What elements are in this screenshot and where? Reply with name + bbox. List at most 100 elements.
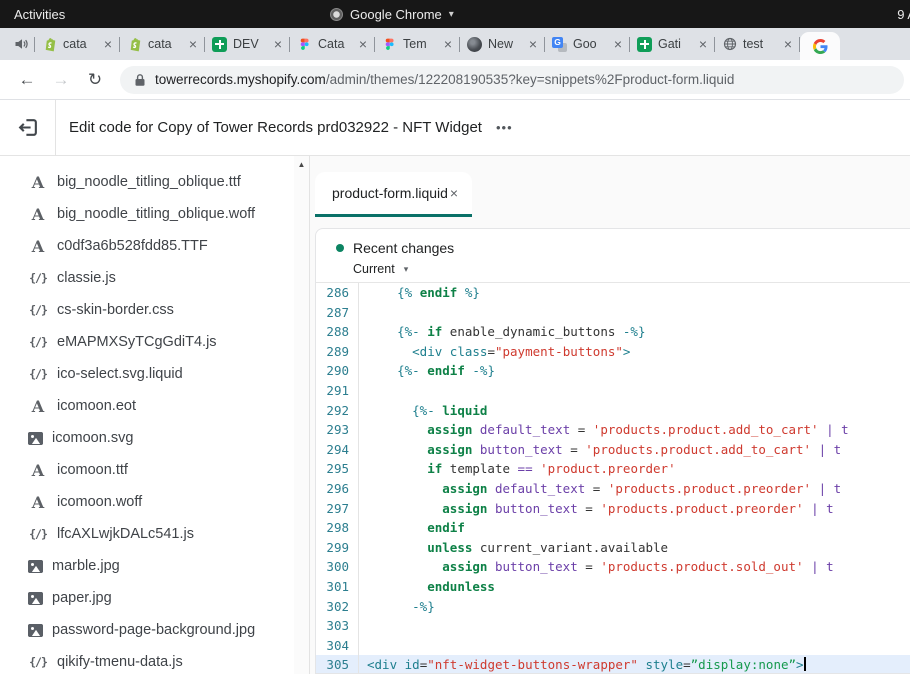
code-line-300[interactable]: 300 assign button_text = 'products.produ… bbox=[316, 557, 910, 577]
reload-icon[interactable]: ↻ bbox=[80, 70, 110, 90]
file-item-ico-select.svg.liquid[interactable]: {/}ico-select.svg.liquid bbox=[0, 358, 309, 390]
file-item-icomoon.eot[interactable]: Aicomoon.eot bbox=[0, 390, 309, 422]
browser-tab-cata[interactable]: cata× bbox=[120, 28, 204, 60]
browser-tab-cata[interactable]: cata× bbox=[35, 28, 119, 60]
code-line-298[interactable]: 298 endif bbox=[316, 518, 910, 538]
tab-close-icon[interactable]: × bbox=[359, 37, 367, 51]
file-name: big_noodle_titling_oblique.ttf bbox=[57, 174, 241, 190]
code-text: assign button_text = 'products.product.a… bbox=[359, 440, 910, 460]
file-name: qikify-tmenu-data.js bbox=[57, 654, 183, 670]
code-line-295[interactable]: 295 if template == 'product.preorder' bbox=[316, 459, 910, 479]
line-number: 290 bbox=[316, 361, 359, 381]
url-text[interactable]: towerrecords.myshopify.com/admin/themes/… bbox=[155, 72, 734, 87]
code-text bbox=[359, 303, 910, 323]
file-name: icomoon.woff bbox=[57, 494, 142, 510]
file-item-icomoon.woff[interactable]: Aicomoon.woff bbox=[0, 486, 309, 518]
browser-tab-gati[interactable]: Gati× bbox=[630, 28, 714, 60]
tab-close-icon[interactable]: × bbox=[444, 37, 452, 51]
code-line-293[interactable]: 293 assign default_text = 'products.prod… bbox=[316, 420, 910, 440]
recent-changes-label: Recent changes bbox=[353, 240, 454, 256]
code-line-302[interactable]: 302 -%} bbox=[316, 597, 910, 617]
line-number: 296 bbox=[316, 479, 359, 499]
tab-close-icon[interactable]: × bbox=[189, 37, 197, 51]
code-text: {% endif %} bbox=[359, 283, 910, 303]
code-line-294[interactable]: 294 assign button_text = 'products.produ… bbox=[316, 440, 910, 460]
line-number: 288 bbox=[316, 322, 359, 342]
code-line-291[interactable]: 291 bbox=[316, 381, 910, 401]
code-editor[interactable]: 286 {% endif %}287288 {%- if enable_dyna… bbox=[316, 283, 910, 674]
forward-icon[interactable]: → bbox=[46, 70, 76, 90]
file-item-paper.jpg[interactable]: paper.jpg bbox=[0, 582, 309, 614]
file-item-big_noodle_titling_oblique.ttf[interactable]: Abig_noodle_titling_oblique.ttf bbox=[0, 166, 309, 198]
file-name: classie.js bbox=[57, 270, 116, 286]
file-item-classie.js[interactable]: {/}classie.js bbox=[0, 262, 309, 294]
font-file-icon: A bbox=[28, 173, 48, 192]
browser-tab-strip: cata×cata×DEV×Cata×Tem×New×GGoo×Gati×tes… bbox=[0, 28, 910, 60]
sidebar-scrollbar[interactable]: ▲ bbox=[294, 156, 309, 674]
back-icon[interactable]: ← bbox=[12, 70, 42, 90]
tab-close-icon[interactable]: × bbox=[784, 37, 792, 51]
file-item-marble.jpg[interactable]: marble.jpg bbox=[0, 550, 309, 582]
file-item-c0df3a6b528fdd85.TTF[interactable]: Ac0df3a6b528fdd85.TTF bbox=[0, 230, 309, 262]
line-number: 301 bbox=[316, 577, 359, 597]
tab-title: DEV bbox=[233, 37, 268, 51]
browser-tab-test[interactable]: test × bbox=[715, 28, 799, 60]
speaker-icon[interactable] bbox=[8, 36, 34, 52]
code-line-305[interactable]: 305<div id="nft-widget-buttons-wrapper" … bbox=[316, 655, 910, 674]
browser-tab-dev[interactable]: DEV × bbox=[205, 28, 289, 60]
code-line-292[interactable]: 292 {%- liquid bbox=[316, 401, 910, 421]
close-icon[interactable]: × bbox=[450, 185, 458, 201]
file-item-eMAPMXSyTCgGdiT4.js[interactable]: {/}eMAPMXSyTCgGdiT4.js bbox=[0, 326, 309, 358]
browser-tab-new[interactable]: New× bbox=[460, 28, 544, 60]
tab-close-icon[interactable]: × bbox=[529, 37, 537, 51]
code-line-304[interactable]: 304 bbox=[316, 636, 910, 656]
file-item-big_noodle_titling_oblique.woff[interactable]: Abig_noodle_titling_oblique.woff bbox=[0, 198, 309, 230]
code-file-icon: {/} bbox=[28, 367, 48, 381]
browser-tab-cata[interactable]: Cata× bbox=[290, 28, 374, 60]
file-item-icomoon.svg[interactable]: icomoon.svg bbox=[0, 422, 309, 454]
address-bar[interactable]: towerrecords.myshopify.com/admin/themes/… bbox=[120, 66, 904, 94]
lock-icon[interactable] bbox=[134, 73, 146, 87]
code-line-296[interactable]: 296 assign default_text = 'products.prod… bbox=[316, 479, 910, 499]
file-item-icomoon.ttf[interactable]: Aicomoon.ttf bbox=[0, 454, 309, 486]
version-dropdown[interactable]: Current ▾ bbox=[353, 262, 910, 276]
image-file-icon bbox=[28, 624, 43, 637]
code-line-299[interactable]: 299 unless current_variant.available bbox=[316, 538, 910, 558]
scroll-up-icon[interactable]: ▲ bbox=[294, 156, 309, 169]
tab-close-icon[interactable]: × bbox=[699, 37, 707, 51]
code-line-289[interactable]: 289 <div class="payment-buttons"> bbox=[316, 342, 910, 362]
image-file-icon bbox=[28, 560, 43, 573]
code-line-297[interactable]: 297 assign button_text = 'products.produ… bbox=[316, 499, 910, 519]
line-number: 298 bbox=[316, 518, 359, 538]
file-item-lfcAXLwjkDALc541.js[interactable]: {/}lfcAXLwjkDALc541.js bbox=[0, 518, 309, 550]
activities-button[interactable]: Activities bbox=[0, 0, 79, 28]
code-line-290[interactable]: 290 {%- endif -%} bbox=[316, 361, 910, 381]
tab-close-icon[interactable]: × bbox=[104, 37, 112, 51]
exit-code-editor-button[interactable] bbox=[18, 117, 39, 138]
url-path: /admin/themes/122208190535?key=snippets%… bbox=[326, 72, 735, 87]
file-item-password-page-background.jpg[interactable]: password-page-background.jpg bbox=[0, 614, 309, 646]
editor-file-tab[interactable]: product-form.liquid × bbox=[315, 172, 472, 217]
page-header: Edit code for Copy of Tower Records prd0… bbox=[0, 100, 910, 156]
overflow-menu-icon[interactable]: ••• bbox=[496, 120, 513, 135]
code-line-301[interactable]: 301 endunless bbox=[316, 577, 910, 597]
browser-tab-google[interactable] bbox=[800, 32, 840, 60]
tab-close-icon[interactable]: × bbox=[614, 37, 622, 51]
file-item-qikify-tmenu-data.js[interactable]: {/}qikify-tmenu-data.js bbox=[0, 646, 309, 674]
code-line-287[interactable]: 287 bbox=[316, 303, 910, 323]
code-line-286[interactable]: 286 {% endif %} bbox=[316, 283, 910, 303]
file-name: password-page-background.jpg bbox=[52, 622, 255, 638]
tab-title: test bbox=[743, 37, 778, 51]
chevron-down-icon: ▾ bbox=[449, 9, 454, 20]
tab-close-icon[interactable]: × bbox=[274, 37, 282, 51]
code-text: <div class="payment-buttons"> bbox=[359, 342, 910, 362]
app-menu[interactable]: Google Chrome ▾ bbox=[330, 7, 454, 22]
code-line-288[interactable]: 288 {%- if enable_dynamic_buttons -%} bbox=[316, 322, 910, 342]
browser-tab-tem[interactable]: Tem× bbox=[375, 28, 459, 60]
file-item-cs-skin-border.css[interactable]: {/}cs-skin-border.css bbox=[0, 294, 309, 326]
code-file-icon: {/} bbox=[28, 335, 48, 349]
browser-tab-goo[interactable]: GGoo× bbox=[545, 28, 629, 60]
translate-favicon: G bbox=[552, 37, 567, 52]
clock[interactable]: 9 A bbox=[897, 7, 910, 22]
code-line-303[interactable]: 303 bbox=[316, 616, 910, 636]
